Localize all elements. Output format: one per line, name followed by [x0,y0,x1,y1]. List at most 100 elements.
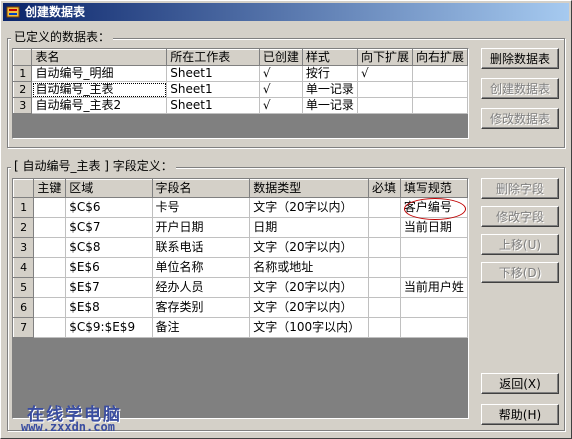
cell-field[interactable]: 单位名称 [151,257,251,278]
delete-table-button[interactable]: 删除数据表 [481,48,559,69]
cell-range[interactable]: $C$7 [65,217,153,238]
col-header-rule[interactable]: 填写规范 [399,179,468,198]
col-header-right[interactable]: 向右扩展 [411,49,468,66]
table-row[interactable]: 2 $C$7 开户日期 日期 当前日期 [13,217,468,238]
cell-name[interactable]: 自动编号_明细 [31,65,168,82]
modify-field-button[interactable]: 修改字段 [481,206,559,227]
col-header-name[interactable]: 表名 [31,49,168,66]
col-header-style[interactable]: 样式 [301,49,358,66]
row-header[interactable]: 2 [13,81,33,98]
row-header[interactable]: 1 [13,197,35,218]
cell-right[interactable] [411,81,468,98]
table-row[interactable]: 1 自动编号_明细 Sheet1 √ 按行 √ [13,65,468,82]
cell-down[interactable]: √ [356,65,413,82]
cell-created[interactable]: √ [258,97,303,114]
cell-down[interactable] [356,97,413,114]
delete-field-button[interactable]: 删除字段 [481,178,559,199]
col-header-required[interactable]: 必填 [367,179,401,198]
row-header[interactable]: 5 [13,277,35,298]
cell-req[interactable] [367,197,401,218]
cell-pk[interactable] [33,317,67,338]
table-row[interactable]: 4 $E$6 单位名称 名称或地址 [13,257,468,278]
col-header-sheet[interactable]: 所在工作表 [166,49,260,66]
cell-field[interactable]: 联系电话 [151,237,251,258]
col-header-field[interactable]: 字段名 [151,179,251,198]
cell-sheet[interactable]: Sheet1 [166,65,260,82]
cell-type[interactable]: 文字（20字以内） [249,277,369,298]
row-header[interactable]: 1 [13,65,33,82]
row-header[interactable]: 6 [13,297,35,318]
cell-field[interactable]: 客存类别 [151,297,251,318]
col-header-range[interactable]: 区域 [65,179,153,198]
table-row[interactable]: 7 $C$9:$E$9 备注 文字（100字以内） [13,317,468,338]
col-header-type[interactable]: 数据类型 [249,179,369,198]
move-down-button[interactable]: 下移(D) [481,262,559,283]
table-row[interactable]: 3 $C$8 联系电话 文字（20字以内） [13,237,468,258]
help-button[interactable]: 帮助(H) [481,404,559,425]
cell-range[interactable]: $C$8 [65,237,153,258]
cell-sheet[interactable]: Sheet1 [166,81,260,98]
back-button[interactable]: 返回(X) [481,373,559,394]
cell-type[interactable]: 名称或地址 [249,257,369,278]
cell-right[interactable] [411,65,468,82]
cell-style[interactable]: 单一记录 [301,97,358,114]
cell-field[interactable]: 备注 [151,317,251,338]
cell-right[interactable] [411,97,468,114]
col-header-down[interactable]: 向下扩展 [356,49,413,66]
table-row[interactable]: 1 $C$6 卡号 文字（20字以内） 客户编号 [13,197,468,218]
cell-rule[interactable] [399,237,468,258]
cell-pk[interactable] [33,217,67,238]
table-row[interactable]: 3 自动编号_主表2 Sheet1 √ 单一记录 [13,97,468,114]
cell-sheet[interactable]: Sheet1 [166,97,260,114]
cell-style[interactable]: 按行 [301,65,358,82]
cell-rule[interactable]: 当前日期 [399,217,468,238]
row-header[interactable]: 3 [13,237,35,258]
cell-type[interactable]: 文字（20字以内） [249,197,369,218]
cell-rule[interactable] [399,257,468,278]
table-row[interactable]: 6 $E$8 客存类别 文字（20字以内） [13,297,468,318]
cell-pk[interactable] [33,277,67,298]
cell-rule[interactable] [399,317,468,338]
cell-created[interactable]: √ [258,65,303,82]
cell-req[interactable] [367,237,401,258]
cell-name[interactable]: 自动编号_主表2 [31,97,168,114]
cell-field[interactable]: 经办人员 [151,277,251,298]
fields-grid[interactable]: 主键 区域 字段名 数据类型 必填 填写规范 1 $C$6 卡号 文字（20字以内）客… [12,178,469,419]
cell-range[interactable]: $E$8 [65,297,153,318]
cell-req[interactable] [367,277,401,298]
cell-req[interactable] [367,297,401,318]
cell-type[interactable]: 文字（20字以内） [249,297,369,318]
cell-req[interactable] [367,257,401,278]
title-bar[interactable]: 创建数据表 [3,3,569,21]
cell-range[interactable]: $E$7 [65,277,153,298]
tables-grid[interactable]: 表名 所在工作表 已创建 样式 向下扩展 向右扩展 1 自动编号_明细 Sheet1… [12,48,469,139]
cell-req[interactable] [367,217,401,238]
cell-pk[interactable] [33,237,67,258]
cell-pk[interactable] [33,257,67,278]
move-up-button[interactable]: 上移(U) [481,234,559,255]
cell-type[interactable]: 文字（100字以内） [249,317,369,338]
cell-field[interactable]: 开户日期 [151,217,251,238]
col-header-created[interactable]: 已创建 [258,49,303,66]
table-row[interactable]: 5 $E$7 经办人员 文字（20字以内） 当前用户姓 [13,277,468,298]
cell-req[interactable] [367,317,401,338]
col-header-pk[interactable]: 主键 [33,179,67,198]
cell-style[interactable]: 单一记录 [301,81,358,98]
cell-type[interactable]: 文字（20字以内） [249,237,369,258]
cell-range[interactable]: $C$9:$E$9 [65,317,153,338]
cell-name[interactable]: 自动编号_主表 [31,81,168,98]
cell-range[interactable]: $C$6 [65,197,153,218]
cell-rule[interactable]: 当前用户姓 [399,277,468,298]
row-header[interactable]: 3 [13,97,33,114]
row-header[interactable]: 4 [13,257,35,278]
cell-created[interactable]: √ [258,81,303,98]
row-header[interactable]: 2 [13,217,35,238]
modify-table-button[interactable]: 修改数据表 [481,108,559,129]
table-row[interactable]: 2 自动编号_主表 Sheet1 √ 单一记录 [13,81,468,98]
cell-range[interactable]: $E$6 [65,257,153,278]
cell-pk[interactable] [33,297,67,318]
create-table-button[interactable]: 创建数据表 [481,78,559,99]
cell-down[interactable] [356,81,413,98]
cell-field[interactable]: 卡号 [151,197,251,218]
cell-pk[interactable] [33,197,67,218]
